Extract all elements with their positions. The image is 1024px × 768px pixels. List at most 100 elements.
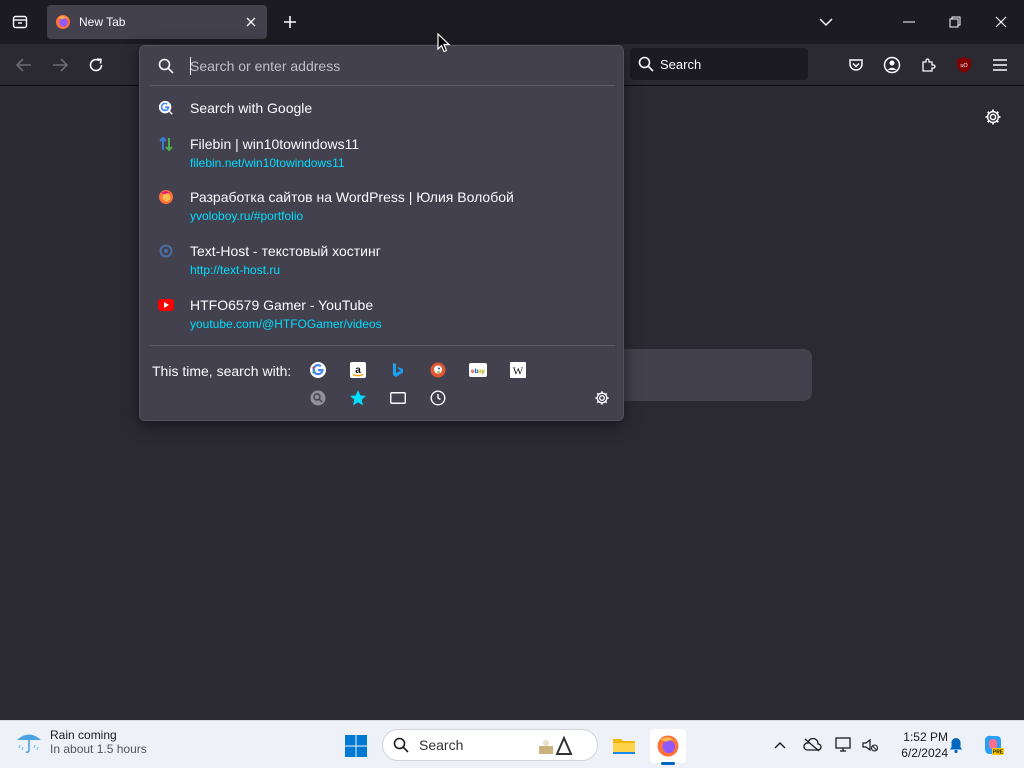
minimize-icon (903, 21, 915, 23)
firefox-taskbar-button[interactable] (650, 729, 686, 765)
result-row[interactable]: HTFO6579 Gamer - YouTube youtube.com/@HT… (148, 295, 617, 337)
mode-bookmarks-button[interactable] (346, 386, 370, 410)
engine-duckduckgo-button[interactable] (426, 358, 450, 382)
firefox-icon (56, 15, 70, 29)
restore-icon (949, 16, 961, 28)
chevron-up-icon (774, 742, 786, 749)
engine-amazon-button[interactable]: a (346, 358, 370, 382)
page-settings-button[interactable] (980, 104, 1006, 130)
mouse-cursor-icon (437, 33, 451, 53)
close-icon (246, 17, 256, 27)
network-icon (835, 737, 851, 752)
search-settings-button[interactable] (590, 386, 614, 410)
chevron-down-icon (819, 18, 833, 27)
result-row[interactable]: Search with Google (148, 98, 617, 122)
svg-text:uO: uO (960, 63, 968, 69)
notifications-button[interactable] (946, 735, 966, 755)
engine-bing-button[interactable] (386, 358, 410, 382)
forward-button[interactable] (46, 51, 74, 79)
engine-google-button[interactable] (306, 358, 330, 382)
ublock-shield-icon: uO (957, 57, 971, 73)
extensions-button[interactable] (914, 51, 942, 79)
tabs-icon (390, 392, 406, 404)
back-button[interactable] (10, 51, 38, 79)
app-menu-button[interactable] (986, 51, 1014, 79)
speaker-muted-icon (862, 738, 879, 752)
taskbar-search-box[interactable]: Search (382, 729, 598, 761)
weather-text: Rain coming In about 1.5 hours (50, 728, 147, 756)
search-highlight-icon (539, 735, 573, 755)
tab-bar: New Tab (0, 0, 1024, 44)
hamburger-menu-icon (993, 59, 1007, 71)
clock-icon (430, 390, 446, 406)
search-bar-label: Search (660, 56, 702, 72)
tab-close-button[interactable] (243, 14, 259, 30)
youtube-icon (158, 297, 174, 313)
mode-history-button[interactable] (426, 386, 450, 410)
search-icon (158, 58, 174, 74)
mode-search-engines-button[interactable] (306, 386, 330, 410)
copilot-button[interactable]: PRE (980, 732, 1006, 758)
tab-title: New Tab (79, 15, 126, 29)
result-title: Filebin | win10towindows11 (190, 136, 360, 152)
ebay-icon: ebay (469, 363, 487, 377)
forward-arrow-icon (53, 58, 68, 72)
result-title: Text-Host - текстовый хостинг (190, 243, 381, 259)
weather-widget[interactable]: Rain coming In about 1.5 hours (14, 727, 147, 757)
show-hidden-icons-button[interactable] (770, 735, 790, 755)
clock[interactable]: 1:52 PM 6/2/2024 (884, 729, 948, 761)
ublock-origin-button[interactable]: uO (950, 51, 978, 79)
file-explorer-button[interactable] (606, 729, 642, 763)
pocket-icon (849, 59, 863, 71)
minimize-button[interactable] (886, 0, 932, 44)
clock-time: 1:52 PM (903, 730, 948, 744)
puzzle-icon (922, 58, 936, 72)
amazon-icon: a (350, 362, 366, 378)
svg-text:y: y (481, 368, 485, 375)
onedrive-button[interactable] (802, 735, 822, 755)
svg-text:W: W (513, 366, 524, 378)
list-all-tabs-button[interactable] (814, 10, 838, 34)
mode-tabs-button[interactable] (386, 386, 410, 410)
gear-icon (595, 391, 609, 405)
result-row[interactable]: Filebin | win10towindows11 filebin.net/w… (148, 134, 617, 176)
result-row[interactable]: Разработка сайтов на WordPress | Юлия Во… (148, 187, 617, 229)
result-row[interactable]: Text-Host - текстовый хостинг http://tex… (148, 241, 617, 283)
folder-icon (613, 739, 635, 754)
svg-text:PRE: PRE (993, 750, 1004, 756)
firefox-view-button[interactable] (8, 10, 32, 34)
search-bar[interactable]: Search (630, 48, 808, 80)
filebin-icon (158, 136, 174, 152)
account-button[interactable] (878, 51, 906, 79)
plus-icon (284, 16, 296, 28)
tab-new-tab[interactable]: New Tab (47, 5, 267, 39)
start-button[interactable] (340, 730, 372, 762)
search-icon (638, 56, 654, 72)
pocket-button[interactable] (842, 51, 870, 79)
close-window-button[interactable] (978, 0, 1024, 44)
star-icon (350, 390, 366, 406)
divider (150, 85, 615, 86)
windows-taskbar: Rain coming In about 1.5 hours Search 1:… (0, 720, 1024, 768)
engine-ebay-button[interactable]: ebay (466, 358, 490, 382)
new-tab-button[interactable] (278, 10, 302, 34)
network-button[interactable] (834, 735, 854, 755)
rain-umbrella-icon (17, 734, 41, 754)
text-caret (190, 57, 191, 75)
volume-button[interactable] (860, 735, 880, 755)
gear-icon (985, 109, 1001, 125)
restore-button[interactable] (932, 0, 978, 44)
one-off-search-label: This time, search with: (152, 363, 292, 379)
engine-wikipedia-button[interactable]: W (506, 358, 530, 382)
urlbar-dropdown: Search with Google Filebin | win10towind… (139, 45, 624, 421)
reload-button[interactable] (82, 51, 110, 79)
back-arrow-icon (16, 58, 31, 72)
result-title: HTFO6579 Gamer - YouTube (190, 297, 374, 313)
windows-logo-icon (345, 735, 367, 757)
result-url: http://text-host.ru (190, 263, 281, 277)
svg-text:a: a (355, 365, 361, 376)
duckduckgo-icon (430, 362, 446, 378)
address-bar-input[interactable] (190, 56, 610, 76)
reload-icon (89, 58, 103, 72)
page-search-box[interactable] (600, 349, 812, 401)
